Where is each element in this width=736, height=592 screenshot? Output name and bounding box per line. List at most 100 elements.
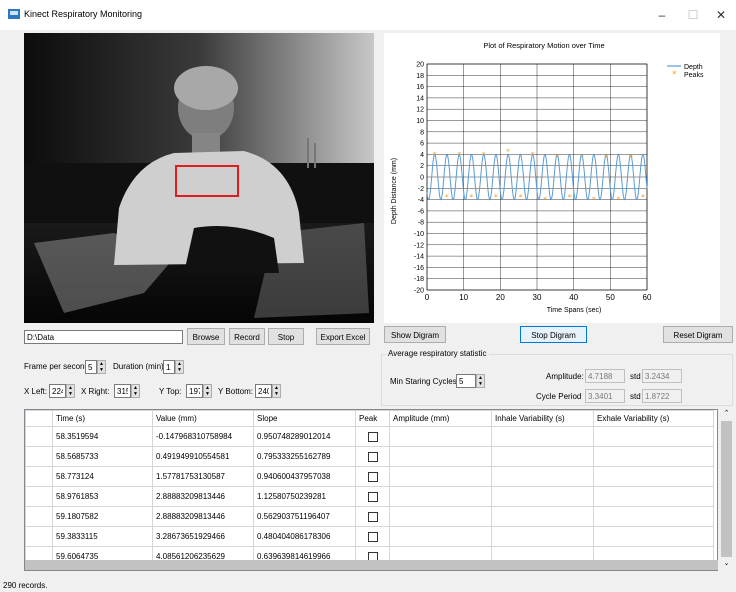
- cell-value[interactable]: 1.57781753130587: [152, 466, 254, 487]
- cell-slope[interactable]: 0.562903751196407: [253, 506, 356, 527]
- cell-inhale[interactable]: [491, 446, 594, 467]
- stop-button[interactable]: Stop: [268, 328, 304, 345]
- cell-value[interactable]: 2.88883209813446: [152, 486, 254, 507]
- cell-time[interactable]: 58.9761853: [52, 486, 153, 507]
- table-row[interactable]: 58.5685733 0.491949910554581 0.79533325516…: [25, 446, 714, 467]
- row-header[interactable]: [25, 446, 53, 467]
- depth-camera-view[interactable]: [24, 33, 374, 323]
- cell-exhale[interactable]: [593, 466, 714, 487]
- stop-diagram-button[interactable]: Stop Digram: [520, 326, 587, 343]
- ytop-stepper[interactable]: ▲ ▼: [203, 384, 212, 398]
- cell-slope[interactable]: 0.480404086178306: [253, 526, 356, 547]
- cell-slope[interactable]: 0.795333255162789: [253, 446, 356, 467]
- peak-checkbox[interactable]: [367, 511, 378, 522]
- cell-exhale[interactable]: [593, 446, 714, 467]
- cycle-period-label: Cycle Period: [536, 392, 582, 401]
- minimize-button[interactable]: –: [651, 6, 673, 24]
- row-header[interactable]: [25, 486, 53, 507]
- cell-inhale[interactable]: [491, 486, 594, 507]
- cell-time[interactable]: 58.3519594: [52, 426, 153, 447]
- cell-time[interactable]: 59.1807582: [52, 506, 153, 527]
- scroll-thumb[interactable]: [721, 421, 732, 557]
- cell-peak[interactable]: [355, 526, 390, 547]
- xright-stepper[interactable]: ▲ ▼: [131, 384, 140, 398]
- col-header-inhale[interactable]: Inhale Variability (s): [491, 410, 594, 427]
- ybottom-input[interactable]: [255, 384, 272, 398]
- cell-amplitude[interactable]: [389, 486, 492, 507]
- cell-value[interactable]: -0.147968310758984: [152, 426, 254, 447]
- cell-peak[interactable]: [355, 506, 390, 527]
- row-header[interactable]: [25, 466, 53, 487]
- xright-input[interactable]: [114, 384, 131, 398]
- grid-scrollbar[interactable]: ⌃ ⌄: [719, 409, 734, 571]
- cell-inhale[interactable]: [491, 466, 594, 487]
- cell-value[interactable]: 3.28673651929466: [152, 526, 254, 547]
- browse-button[interactable]: Browse: [187, 328, 225, 345]
- record-button[interactable]: Record: [229, 328, 265, 345]
- maximize-button[interactable]: ☐: [682, 6, 704, 24]
- cell-inhale[interactable]: [491, 506, 594, 527]
- duration-input[interactable]: [163, 360, 175, 374]
- xleft-stepper[interactable]: ▲ ▼: [66, 384, 75, 398]
- cell-time[interactable]: 59.3833115: [52, 526, 153, 547]
- min-cycles-input[interactable]: [456, 374, 476, 388]
- cell-time[interactable]: 58.773124: [52, 466, 153, 487]
- peak-checkbox[interactable]: [367, 471, 378, 482]
- row-header[interactable]: [25, 506, 53, 527]
- table-row[interactable]: 58.773124 1.57781753130587 0.9406004379570…: [25, 466, 714, 487]
- cell-slope[interactable]: 0.940600437957038: [253, 466, 356, 487]
- table-row[interactable]: 58.3519594 -0.147968310758984 0.9507482890…: [25, 426, 714, 447]
- cell-peak[interactable]: [355, 466, 390, 487]
- show-diagram-button[interactable]: Show Digram: [384, 326, 446, 343]
- col-header-slope[interactable]: Slope: [253, 410, 356, 427]
- cell-value[interactable]: 2.88883209813446: [152, 506, 254, 527]
- reset-diagram-button[interactable]: Reset Digram: [663, 326, 733, 343]
- cell-exhale[interactable]: [593, 426, 714, 447]
- fps-input[interactable]: [85, 360, 97, 374]
- cell-slope[interactable]: 1.12580750239281: [253, 486, 356, 507]
- cell-peak[interactable]: [355, 426, 390, 447]
- row-header[interactable]: [25, 426, 53, 447]
- peak-checkbox[interactable]: [367, 431, 378, 442]
- table-row[interactable]: 59.3833115 3.28673651929466 0.480404086178…: [25, 526, 714, 547]
- duration-stepper[interactable]: ▲ ▼: [175, 360, 184, 374]
- cell-peak[interactable]: [355, 446, 390, 467]
- row-header[interactable]: [25, 526, 53, 547]
- cell-amplitude[interactable]: [389, 506, 492, 527]
- cell-amplitude[interactable]: [389, 426, 492, 447]
- cell-exhale[interactable]: [593, 486, 714, 507]
- table-row[interactable]: 59.1807582 2.88883209813446 0.562903751196…: [25, 506, 714, 527]
- export-excel-button[interactable]: Export Excel: [316, 328, 370, 345]
- scroll-down-icon[interactable]: ⌄: [719, 559, 734, 571]
- col-header-time[interactable]: Time (s): [52, 410, 153, 427]
- scroll-up-icon[interactable]: ⌃: [719, 409, 734, 421]
- cell-peak[interactable]: [355, 486, 390, 507]
- cell-inhale[interactable]: [491, 526, 594, 547]
- fps-stepper[interactable]: ▲ ▼: [97, 360, 106, 374]
- cell-amplitude[interactable]: [389, 526, 492, 547]
- col-header-amplitude[interactable]: Amplitude (mm): [389, 410, 492, 427]
- peak-checkbox[interactable]: [367, 531, 378, 542]
- peak-checkbox[interactable]: [367, 491, 378, 502]
- cell-slope[interactable]: 0.950748289012014: [253, 426, 356, 447]
- cell-amplitude[interactable]: [389, 466, 492, 487]
- cell-inhale[interactable]: [491, 426, 594, 447]
- cell-time[interactable]: 58.5685733: [52, 446, 153, 467]
- cell-exhale[interactable]: [593, 506, 714, 527]
- col-header-exhale[interactable]: Exhale Variability (s): [593, 410, 714, 427]
- xleft-input[interactable]: [49, 384, 66, 398]
- cell-value[interactable]: 0.491949910554581: [152, 446, 254, 467]
- path-input[interactable]: [24, 330, 183, 344]
- col-header-value[interactable]: Value (mm): [152, 410, 254, 427]
- peak-checkbox[interactable]: [367, 451, 378, 462]
- data-grid[interactable]: Time (s) Value (mm) Slope Peak Amplitude…: [24, 409, 718, 571]
- horizontal-scroll-track[interactable]: [25, 560, 718, 570]
- min-cycles-stepper[interactable]: ▲ ▼: [476, 374, 485, 388]
- cell-exhale[interactable]: [593, 526, 714, 547]
- ytop-input[interactable]: [186, 384, 203, 398]
- col-header-peak[interactable]: Peak: [355, 410, 390, 427]
- cell-amplitude[interactable]: [389, 446, 492, 467]
- ybottom-stepper[interactable]: ▲ ▼: [272, 384, 281, 398]
- table-row[interactable]: 58.9761853 2.88883209813446 1.125807502392…: [25, 486, 714, 507]
- close-button[interactable]: ✕: [710, 6, 732, 24]
